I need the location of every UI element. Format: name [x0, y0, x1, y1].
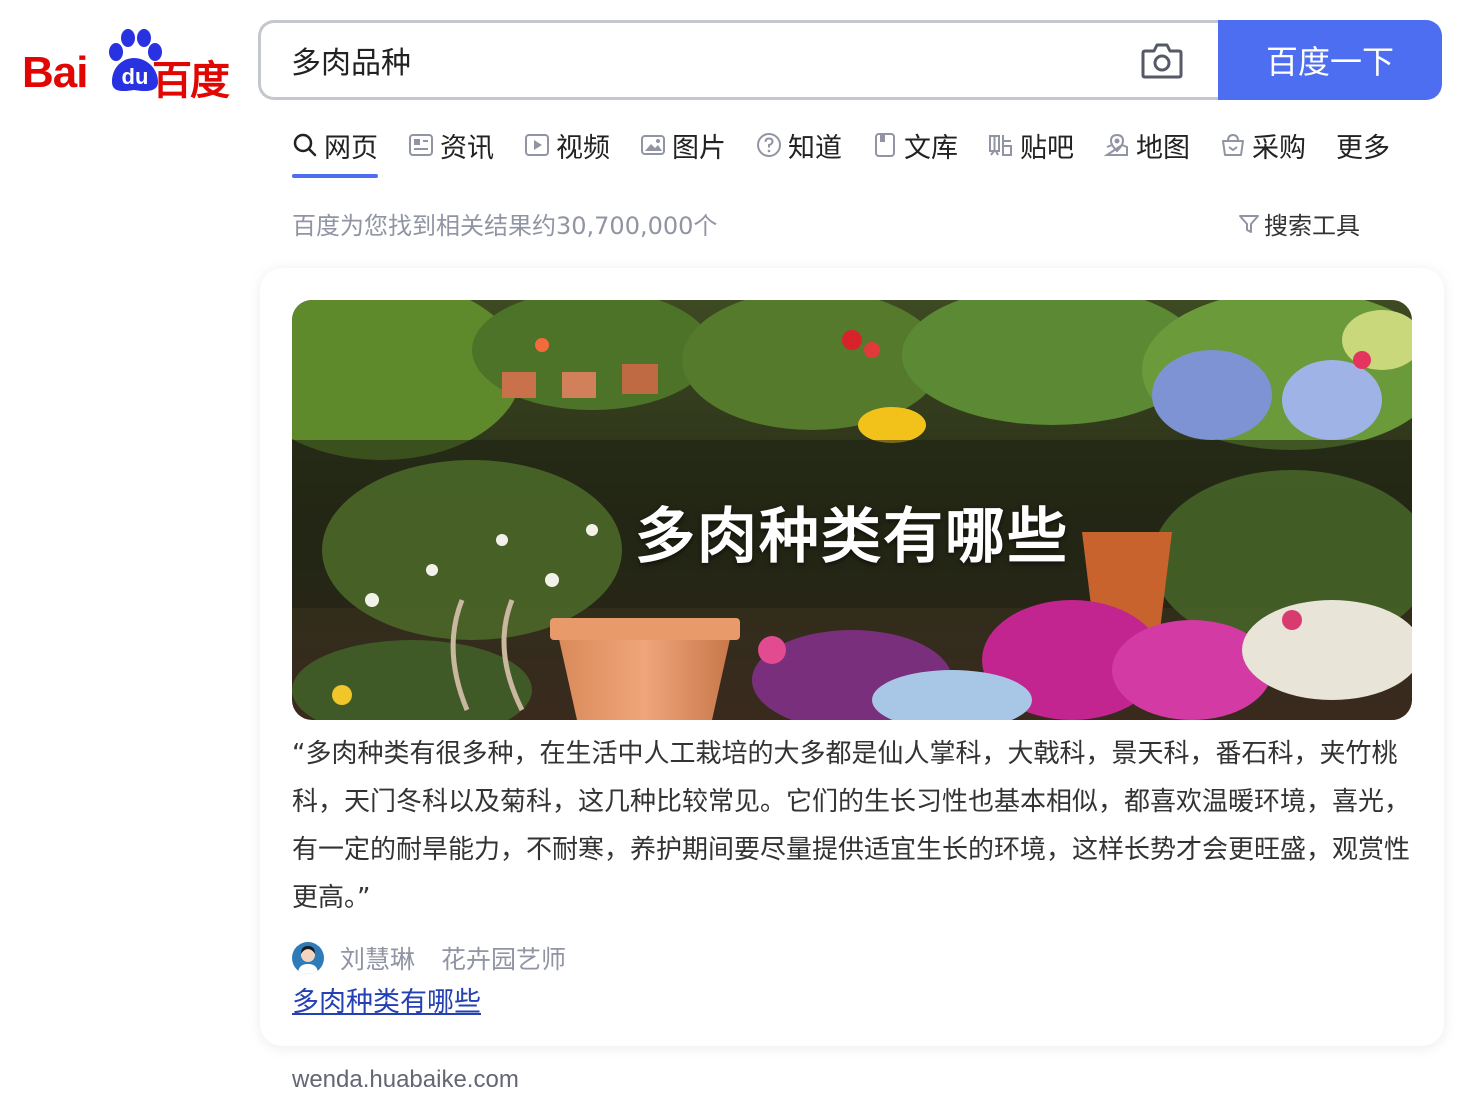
- avatar[interactable]: [292, 942, 324, 974]
- shopping-icon: [1222, 133, 1244, 156]
- banner-title: 多肉种类有哪些: [635, 502, 1069, 572]
- search-icon: [293, 133, 317, 157]
- image-icon: [641, 135, 665, 155]
- news-icon: [409, 134, 433, 156]
- tab-purchase[interactable]: 采购: [1220, 124, 1306, 166]
- author-title: 花卉园艺师: [441, 945, 567, 974]
- tab-image[interactable]: 图片: [640, 124, 726, 166]
- search-tabs: 网页 资讯 视频 图片 知道 文库 贴吧 地图 采购 更多: [292, 124, 1390, 180]
- tab-wenku[interactable]: 文库: [872, 124, 958, 166]
- tab-label: 更多: [1336, 132, 1390, 164]
- answer-quote: “多肉种类有很多种，在生活中人工栽培的大多都是仙人掌科，大戟科，景天科，番石科，…: [292, 739, 1411, 913]
- video-icon: [525, 134, 549, 156]
- tab-label: 贴吧: [1020, 132, 1074, 164]
- tab-label: 资讯: [440, 132, 494, 164]
- tab-label: 地图: [1136, 132, 1190, 164]
- tab-label: 图片: [672, 132, 726, 164]
- tab-map[interactable]: 地图: [1104, 124, 1190, 166]
- filter-icon: [1239, 214, 1259, 233]
- tab-news[interactable]: 资讯: [408, 124, 494, 166]
- search-input[interactable]: [291, 23, 1111, 97]
- tab-zhidao[interactable]: 知道: [756, 124, 842, 166]
- tieba-icon: [989, 135, 1012, 156]
- logo-text-bai: Bai: [22, 48, 88, 97]
- author-name[interactable]: 刘慧琳: [340, 940, 415, 976]
- tab-webpage[interactable]: 网页: [292, 124, 378, 178]
- search-button[interactable]: 百度一下: [1218, 20, 1442, 100]
- baidu-logo[interactable]: Bai du 百度: [22, 26, 232, 104]
- tab-label: 知道: [788, 132, 842, 164]
- doc-icon: [875, 133, 895, 157]
- author-row: 刘慧琳 花卉园艺师: [292, 940, 566, 976]
- tab-label: 文库: [904, 132, 958, 164]
- tab-label: 视频: [556, 132, 610, 164]
- tab-video[interactable]: 视频: [524, 124, 610, 166]
- logo-text-du: du: [122, 64, 149, 89]
- answer-card: 多肉种类有哪些 “多肉种类有很多种，在生活中人工栽培的大多都是仙人掌科，大戟科，…: [260, 268, 1444, 1046]
- banner-image[interactable]: 多肉种类有哪些: [292, 300, 1412, 720]
- camera-icon[interactable]: [1141, 41, 1183, 79]
- logo-text-cn: 百度: [152, 58, 230, 104]
- result-title-link[interactable]: 多肉种类有哪些: [292, 980, 481, 1019]
- tab-label: 网页: [324, 132, 378, 164]
- question-icon: [757, 133, 781, 157]
- search-tools-button[interactable]: 搜索工具: [1238, 206, 1360, 241]
- map-icon: [1104, 133, 1128, 156]
- search-tools-label: 搜索工具: [1264, 212, 1360, 240]
- tab-label: 采购: [1252, 132, 1306, 164]
- tab-more[interactable]: 更多: [1336, 124, 1390, 166]
- search-box: [258, 20, 1220, 100]
- tab-tieba[interactable]: 贴吧: [988, 124, 1074, 166]
- result-count: 百度为您找到相关结果约30,700,000个: [292, 212, 718, 240]
- source-url: wenda.huabaike.com: [292, 1066, 519, 1093]
